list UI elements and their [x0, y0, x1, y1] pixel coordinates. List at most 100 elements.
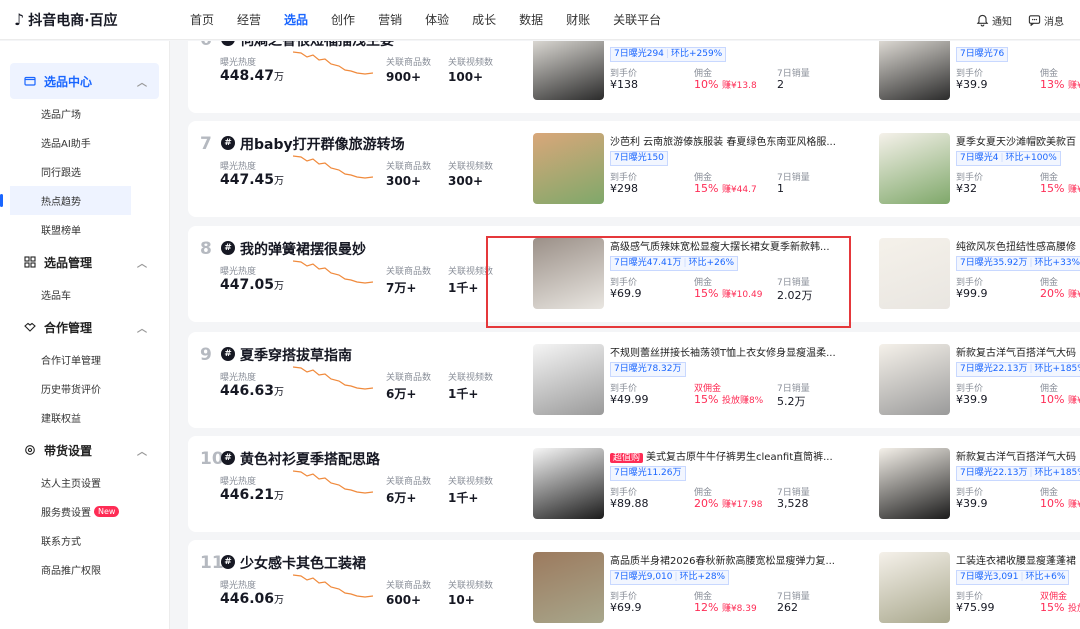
- sidebar-item-order-management[interactable]: 合作订单管理: [0, 345, 169, 374]
- sidebar-item-hot-trends[interactable]: 热点趋势: [0, 186, 131, 215]
- hashtag-icon: #: [221, 41, 235, 46]
- sidebar-item-homepage-settings[interactable]: 达人主页设置: [0, 468, 169, 497]
- sidebar-group-cooperation[interactable]: 合作管理 ︿: [0, 309, 169, 345]
- sidebar-group-selection-management[interactable]: 选品管理 ︿: [0, 244, 169, 280]
- sidebar-group-selection-center[interactable]: 选品中心 ︿: [10, 63, 159, 99]
- product-title[interactable]: 超值购 美式复古原牛牛仔裤男生cleanfit直筒裤...: [610, 448, 850, 463]
- heat-value: 446.06万: [220, 591, 285, 607]
- topic-card[interactable]: 10 # 黄色衬衫夏季搭配思路 曝光热度 446.21万 关联商品数 6万+ 关…: [188, 436, 1080, 532]
- sidebar-item-product-cart[interactable]: 选品车: [0, 280, 169, 309]
- price-value: ¥39.9: [956, 497, 988, 510]
- grid-icon: [24, 256, 36, 268]
- sidebar-item-contact[interactable]: 联系方式: [0, 526, 169, 555]
- nav-finance[interactable]: 财账: [566, 11, 590, 28]
- highlight-box: [486, 236, 851, 328]
- product-title[interactable]: 新款复古洋气百搭洋气大码: [956, 344, 1080, 359]
- nav-linked-platform[interactable]: 关联平台: [613, 11, 661, 28]
- sidebar-item-history-reviews[interactable]: 历史带货评价: [0, 374, 169, 403]
- heat-value: 446.63万: [220, 383, 285, 399]
- nav-marketing[interactable]: 营销: [378, 11, 402, 28]
- sidebar-group-selling-settings[interactable]: 带货设置 ︿: [0, 432, 169, 468]
- price-value: ¥39.9: [956, 78, 988, 91]
- sales-value: 5.2万: [777, 395, 806, 408]
- handshake-icon: [24, 322, 36, 332]
- product-image[interactable]: [533, 448, 604, 519]
- message-icon: [1028, 14, 1041, 26]
- topic-name[interactable]: 夏季穿搭拔草指南: [240, 345, 352, 365]
- sidebar-item-peer-follow[interactable]: 同行跟选: [0, 157, 169, 186]
- product-image[interactable]: [879, 238, 950, 309]
- exposure-stat: 7日曝光9,010 | 环比+28%: [610, 570, 730, 585]
- product-title[interactable]: 高品质半身裙2026春秋新款高腰宽松显瘦弹力复...: [610, 552, 850, 567]
- sidebar-item-link-benefits[interactable]: 建联权益: [0, 403, 169, 432]
- nav-home[interactable]: 首页: [190, 11, 214, 28]
- sidebar-item-alliance-ranking[interactable]: 联盟榜单: [0, 215, 169, 244]
- heat-sparkline: [293, 51, 373, 75]
- nav-business[interactable]: 经营: [237, 11, 261, 28]
- commission-value: 12% 赚¥8.39: [694, 601, 757, 614]
- heat-value: 448.47万: [220, 68, 285, 84]
- commission-value: 10% 赚¥3: [1040, 393, 1080, 406]
- topic-card[interactable]: 7 # 用baby打开群像旅游转场 曝光热度 447.45万 关联商品数 300…: [188, 121, 1080, 217]
- sidebar-item-service-fee[interactable]: 服务费设置 New: [0, 497, 169, 526]
- hashtag-icon: #: [221, 241, 235, 255]
- heat-label: 曝光热度: [220, 58, 257, 68]
- nav-product-selection[interactable]: 选品: [284, 11, 308, 28]
- product-image[interactable]: [879, 552, 950, 623]
- product-image[interactable]: [879, 133, 950, 204]
- commission-value: 13% 赚¥5: [1040, 78, 1080, 91]
- commission-value: 20% 赚¥1: [1040, 287, 1080, 300]
- product-title[interactable]: 沙芭利 云南旅游傣族服装 春夏绿色东南亚风格服...: [610, 133, 850, 148]
- notify-button[interactable]: 通知: [976, 13, 1012, 28]
- product-image[interactable]: [533, 344, 604, 415]
- commission-value: 10% 赚¥3: [1040, 497, 1080, 510]
- nav-growth[interactable]: 成长: [472, 11, 496, 28]
- product-image[interactable]: [533, 41, 604, 100]
- topic-name[interactable]: 黄色衬衫夏季搭配思路: [240, 449, 380, 469]
- product-title[interactable]: 夏季女夏天沙滩帽欧美款百: [956, 133, 1080, 148]
- topic-name[interactable]: 我的弹簧裙摆很曼妙: [240, 239, 366, 259]
- chevron-up-icon: ︿: [137, 77, 147, 89]
- heat-label: 曝光热度: [220, 162, 257, 172]
- products-label: 关联商品数: [386, 373, 432, 383]
- heat-label: 曝光热度: [220, 373, 257, 383]
- heat-label: 曝光热度: [220, 477, 257, 487]
- products-value: 6万+: [386, 387, 417, 401]
- topic-card[interactable]: 9 # 夏季穿搭拔草指南 曝光热度 446.63万 关联商品数 6万+ 关联视频…: [188, 332, 1080, 428]
- product-image[interactable]: [879, 448, 950, 519]
- nav-data[interactable]: 数据: [519, 11, 543, 28]
- topic-rank: 6: [200, 41, 212, 50]
- product-image[interactable]: [879, 344, 950, 415]
- commission-value: 15% 投放赚8%: [694, 393, 764, 406]
- videos-value: 1千+: [448, 491, 479, 505]
- products-value: 900+: [386, 70, 422, 84]
- products-label: 关联商品数: [386, 162, 432, 172]
- topic-name[interactable]: 用baby打开群像旅游转场: [240, 134, 405, 154]
- hashtag-icon: #: [221, 451, 235, 465]
- app-logo[interactable]: ♪ 抖音电商·百应: [14, 10, 190, 30]
- nav-experience[interactable]: 体验: [425, 11, 449, 28]
- sidebar-item-product-square[interactable]: 选品广场: [0, 99, 169, 128]
- exposure-stat: 7日曝光35.92万 | 环比+33%: [956, 256, 1080, 271]
- sidebar-item-promotion-permission[interactable]: 商品推广权限: [0, 555, 169, 584]
- topic-card[interactable]: 6 # 伺熵之香很短福描浅主要 曝光热度 448.47万 关联商品数 900+ …: [188, 41, 1080, 113]
- topic-name[interactable]: 少女感卡其色工装裙: [240, 553, 366, 573]
- product-image[interactable]: [533, 133, 604, 204]
- exposure-stat: 7日曝光11.26万: [610, 466, 686, 481]
- product-title[interactable]: 工装连衣裙收腰显瘦蓬蓬裙: [956, 552, 1080, 567]
- nav-creation[interactable]: 创作: [331, 11, 355, 28]
- topic-rank: 9: [200, 345, 212, 365]
- product-title[interactable]: 纯欲风灰色扭结性感高腰修: [956, 238, 1080, 253]
- sidebar-item-ai-assistant[interactable]: 选品AI助手: [0, 128, 169, 157]
- product-image[interactable]: [533, 552, 604, 623]
- heat-value: 447.45万: [220, 172, 285, 188]
- product-image[interactable]: [879, 41, 950, 100]
- commission-value: 15% 赚¥44.7: [694, 182, 757, 195]
- topic-card[interactable]: 11 # 少女感卡其色工装裙 曝光热度 446.06万 关联商品数 600+ 关…: [188, 540, 1080, 629]
- message-button[interactable]: 消息: [1028, 13, 1064, 28]
- exposure-stat: 7日曝光294 | 环比+259%: [610, 47, 727, 62]
- chevron-up-icon: ︿: [137, 323, 147, 335]
- product-title[interactable]: 不规则蕾丝拼接长袖荡领T恤上衣女修身显瘦温柔...: [610, 344, 850, 359]
- product-title[interactable]: 新款复古洋气百搭洋气大码: [956, 448, 1080, 463]
- exposure-stat: 7日曝光3,091 | 环比+6%: [956, 570, 1070, 585]
